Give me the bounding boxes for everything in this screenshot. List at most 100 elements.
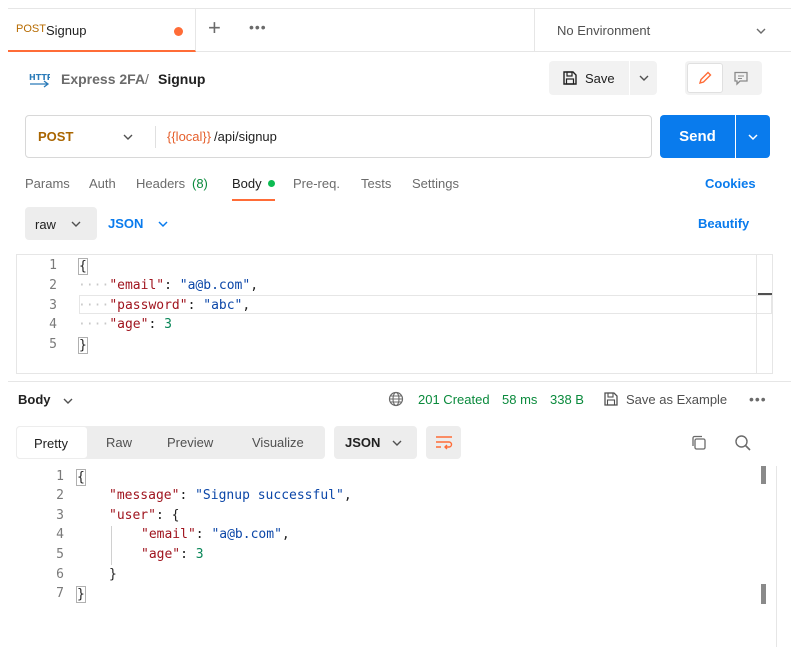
json-string: "abc" [203,298,243,313]
breadcrumb-collection[interactable]: Express 2FA [61,71,145,87]
wrap-lines-button[interactable] [426,426,461,459]
breadcrumb-request[interactable]: Signup [158,71,205,87]
url-divider [155,126,156,148]
code-line-password: ····"password": "abc", [78,298,251,313]
response-body-select[interactable]: Body [18,392,51,407]
body-active-dot-icon [268,180,275,187]
tab-params[interactable]: Params [25,176,70,191]
copy-icon[interactable] [690,434,708,452]
tab-bar: POST Signup + ••• No Environment [8,8,791,52]
code-line-age: ····"age": 3 [78,317,172,332]
response-divider [8,381,791,382]
code-line-email: ····"email": "a@b.com", [78,278,259,293]
edit-mode-button[interactable] [687,63,723,93]
method-select[interactable]: POST [38,129,73,144]
tab-more-icon[interactable]: ••• [249,19,267,35]
line-number: 4 [56,527,64,542]
search-icon[interactable] [734,434,752,452]
json-key: "message" [109,488,180,503]
json-key: "user" [109,508,156,523]
json-key: "email" [109,278,165,293]
response-size[interactable]: 338 B [550,392,584,407]
line-number: 5 [56,547,64,562]
view-tab-label: Pretty [34,436,68,451]
globe-icon[interactable] [388,391,404,407]
json-key: "password" [109,298,188,313]
code-line-user-age: "age": 3 [141,547,204,562]
chevron-down-icon[interactable] [122,131,134,143]
breadcrumb-separator: / [145,71,149,87]
code-close-brace: } [78,337,88,354]
line-number: 6 [56,567,64,582]
view-tab-preview[interactable]: Preview [167,435,213,450]
line-number: 1 [49,258,57,273]
save-disk-icon [563,71,577,85]
tab-body[interactable]: Body [232,176,262,191]
editor-scrollbar-marker[interactable] [758,293,772,295]
tab-settings[interactable]: Settings [412,176,459,191]
line-number: 4 [49,317,57,332]
tab-method-label: POST [16,23,46,35]
json-string: "Signup successful" [195,488,344,503]
url-variable[interactable]: {{local}} [167,129,211,144]
chevron-down-icon[interactable] [157,218,169,230]
line-number: 3 [49,298,57,313]
tab-headers[interactable]: Headers [136,176,185,191]
tab-name-label: Signup [46,23,87,38]
tab-tests[interactable]: Tests [361,176,391,191]
code-line-user: "user": { [109,508,180,523]
save-as-example-button[interactable]: Save as Example [626,392,727,407]
tab-auth[interactable]: Auth [89,176,116,191]
body-type-label: raw [35,217,56,232]
view-tab-visualize[interactable]: Visualize [252,435,304,450]
save-button[interactable]: Save [549,61,629,95]
json-string: "a@b.com" [179,278,251,293]
url-input[interactable]: /api/signup [214,129,277,144]
svg-text:HTTP: HTTP [29,73,50,82]
chevron-down-icon [639,75,649,81]
response-body-viewer[interactable]: 1 2 3 4 5 6 7 { "message": "Signup succe… [8,466,777,647]
environment-label: No Environment [557,23,651,38]
code-line-user-email: "email": "a@b.com", [141,527,290,542]
line-number: 1 [56,469,64,484]
http-request-icon: HTTP [29,73,50,88]
code-user-close-brace: } [109,567,117,582]
save-dropdown-button[interactable] [630,61,657,95]
response-language-select[interactable]: JSON [334,426,417,459]
json-key: "age" [141,547,181,562]
response-scrollbar-thumb-top[interactable] [761,466,766,484]
response-scrollbar-thumb-bottom[interactable] [761,584,766,604]
unsaved-dot-icon [174,27,183,36]
response-more-icon[interactable]: ••• [749,391,767,407]
response-language-label: JSON [345,435,381,450]
request-tab-signup[interactable]: POST Signup [8,9,196,52]
view-tab-raw[interactable]: Raw [106,435,132,450]
line-number: 3 [56,508,64,523]
status-badge[interactable]: 201 Created [418,392,490,407]
pencil-icon [698,71,712,85]
environment-selector[interactable]: No Environment [534,9,791,52]
chevron-down-icon [71,221,81,227]
send-dropdown-button[interactable] [736,115,770,158]
beautify-link[interactable]: Beautify [698,216,749,231]
save-disk-icon [604,392,618,406]
response-time[interactable]: 58 ms [502,392,537,407]
body-type-select[interactable]: raw [25,207,97,240]
save-label: Save [585,71,615,86]
chevron-down-icon[interactable] [62,395,74,407]
headers-count: (8) [192,176,208,191]
json-string: "a@b.com" [211,527,282,542]
view-tab-pretty[interactable]: Pretty [16,426,88,459]
cookies-link[interactable]: Cookies [705,176,756,191]
chevron-down-icon [748,134,758,141]
line-number: 2 [49,278,57,293]
code-open-brace: { [76,469,86,486]
line-number: 5 [49,337,57,352]
json-number: 3 [195,547,204,562]
send-button[interactable]: Send [660,115,735,158]
comment-icon[interactable] [733,70,749,86]
body-language-select[interactable]: JSON [108,216,143,231]
request-body-editor[interactable]: 1 2 3 4 5 { ····"email": "a@b.com", ····… [16,254,773,374]
new-tab-plus-icon[interactable]: + [208,17,221,39]
tab-prereq[interactable]: Pre-req. [293,176,340,191]
